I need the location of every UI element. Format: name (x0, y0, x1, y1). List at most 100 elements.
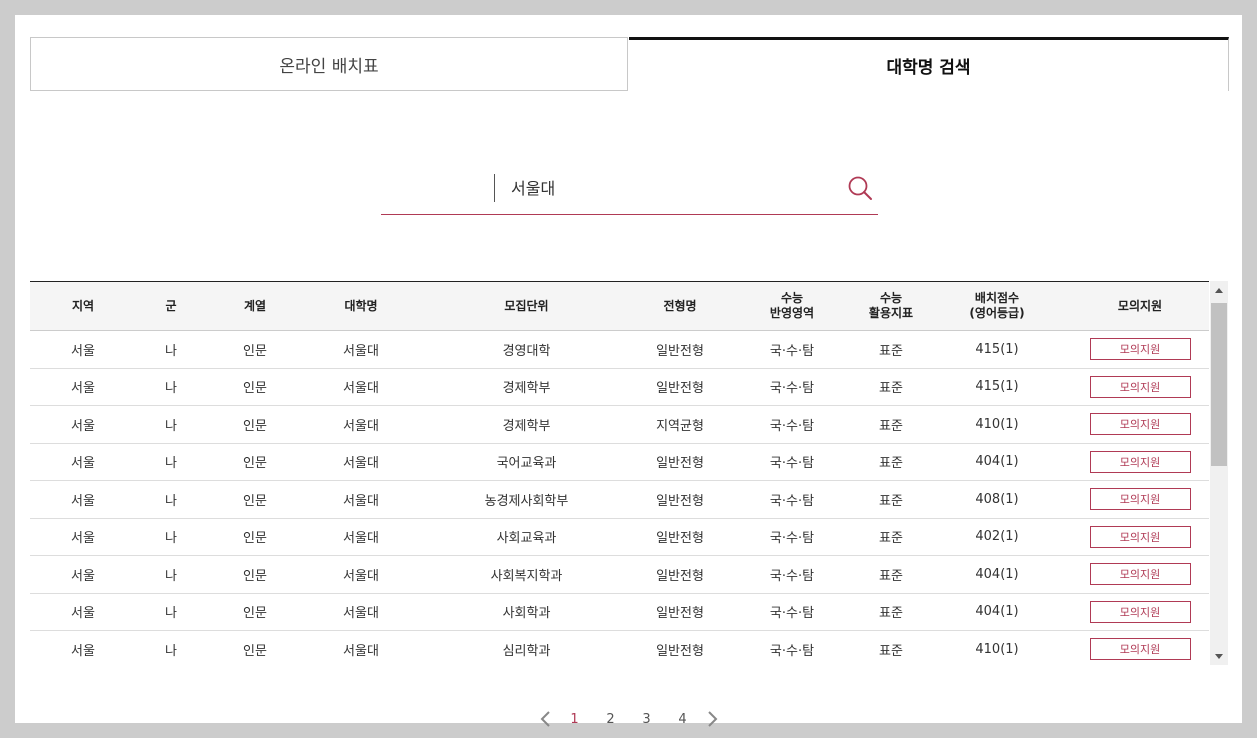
cell-unit: 사회복지학과 (418, 555, 635, 594)
cell-score: 404(1) (923, 555, 1071, 594)
mock-apply-button[interactable]: 모의지원 (1089, 375, 1191, 398)
column-header: 전형명 (635, 281, 725, 331)
cell-field: 인문 (206, 555, 304, 594)
page-number-2[interactable]: 2 (593, 712, 629, 727)
chevron-right-icon (707, 711, 717, 727)
column-header-line1: 지역 (71, 298, 95, 313)
cell-score: 404(1) (923, 593, 1071, 631)
arrow-up-icon (1215, 287, 1223, 293)
column-header-line2: 활용지표 (868, 306, 914, 320)
cell-sat-index: 표준 (859, 443, 923, 481)
scroll-thumb[interactable] (1211, 303, 1227, 466)
mock-apply-button[interactable]: 모의지원 (1089, 488, 1191, 511)
cell-sat-areas: 국·수·탐 (725, 405, 859, 444)
arrow-down-icon (1215, 653, 1223, 659)
cell-university: 서울대 (304, 630, 418, 665)
cell-region: 서울 (30, 518, 136, 556)
cell-admission-type: 일반전형 (635, 330, 725, 369)
tab-university-search[interactable]: 대학명 검색 (629, 37, 1229, 91)
cell-region: 서울 (30, 480, 136, 519)
mock-apply-button[interactable]: 모의지원 (1089, 563, 1191, 586)
cell-university: 서울대 (304, 518, 418, 556)
cell-sat-index: 표준 (859, 593, 923, 631)
cell-score: 410(1) (923, 630, 1071, 665)
cell-admission-type: 지역균형 (635, 405, 725, 444)
mock-apply-button[interactable]: 모의지원 (1089, 525, 1191, 548)
page-number-4[interactable]: 4 (665, 712, 701, 727)
cell-group: 나 (136, 405, 206, 444)
column-header: 배치점수 (영어등급) (923, 281, 1071, 331)
cell-apply: 모의지원 (1071, 480, 1209, 519)
cell-region: 서울 (30, 368, 136, 406)
cell-sat-areas: 국·수·탐 (725, 630, 859, 665)
search-button[interactable] (846, 174, 874, 202)
cell-university: 서울대 (304, 593, 418, 631)
cell-score: 410(1) (923, 405, 1071, 444)
table-row: 서울 나 인문 서울대 사회학과 일반전형 국·수·탐 표준 404(1) 모의지원 (30, 593, 1209, 631)
cell-group: 나 (136, 555, 206, 594)
cell-field: 인문 (206, 480, 304, 519)
mock-apply-button[interactable]: 모의지원 (1089, 413, 1191, 436)
cell-unit: 사회교육과 (418, 518, 635, 556)
cell-apply: 모의지원 (1071, 330, 1209, 369)
cell-region: 서울 (30, 405, 136, 444)
cell-sat-areas: 국·수·탐 (725, 368, 859, 406)
cell-sat-index: 표준 (859, 518, 923, 556)
tab-online-placement[interactable]: 온라인 배치표 (30, 37, 628, 91)
cell-sat-areas: 국·수·탐 (725, 480, 859, 519)
main-panel: 온라인 배치표 대학명 검색 지역군계열대학명모집단위전형명수능반영영역수능활용… (15, 15, 1242, 727)
cell-admission-type: 일반전형 (635, 480, 725, 519)
prev-page-button[interactable] (535, 708, 557, 730)
cell-university: 서울대 (304, 368, 418, 406)
search-input[interactable] (511, 172, 831, 202)
cell-apply: 모의지원 (1071, 518, 1209, 556)
cell-university: 서울대 (304, 443, 418, 481)
cell-field: 인문 (206, 330, 304, 369)
cell-admission-type: 일반전형 (635, 555, 725, 594)
cell-apply: 모의지원 (1071, 443, 1209, 481)
table-scrollbar[interactable] (1210, 281, 1228, 665)
mock-apply-button[interactable]: 모의지원 (1089, 338, 1191, 361)
cell-unit: 경제학부 (418, 368, 635, 406)
table-header-row: 지역 군 계열 대학명 모집단위 전형명 수능 반영영역 수능 활용지표 배치점수 (영어등급) 모의지… (30, 281, 1209, 331)
cell-sat-areas: 국·수·탐 (725, 593, 859, 631)
table-row: 서울 나 인문 서울대 심리학과 일반전형 국·수·탐 표준 410(1) 모의지원 (30, 630, 1209, 665)
tab-bar: 온라인 배치표 대학명 검색 (30, 37, 1230, 93)
cell-group: 나 (136, 630, 206, 665)
mock-apply-button[interactable]: 모의지원 (1089, 638, 1191, 661)
page-number-1[interactable]: 1 (557, 712, 593, 727)
cell-group: 나 (136, 480, 206, 519)
cell-field: 인문 (206, 405, 304, 444)
next-page-button[interactable] (701, 708, 723, 730)
cell-admission-type: 일반전형 (635, 368, 725, 406)
mock-apply-button[interactable]: 모의지원 (1089, 450, 1191, 473)
cell-sat-index: 표준 (859, 368, 923, 406)
table-row: 서울 나 인문 서울대 농경제사회학부 일반전형 국·수·탐 표준 408(1) 모의지원 (30, 480, 1209, 519)
cell-university: 서울대 (304, 330, 418, 369)
cell-score: 415(1) (923, 330, 1071, 369)
scroll-up-button[interactable] (1210, 281, 1228, 299)
cell-admission-type: 일반전형 (635, 518, 725, 556)
cell-group: 나 (136, 443, 206, 481)
cell-field: 인문 (206, 368, 304, 406)
column-header-line2: (영어등급) (969, 306, 1025, 320)
column-header-line1: 배치점수 (974, 291, 1020, 305)
scroll-down-button[interactable] (1210, 647, 1228, 665)
column-header-line1: 계열 (243, 298, 267, 313)
column-header-line1: 수능 (780, 291, 804, 305)
column-header: 대학명 (304, 281, 418, 331)
cell-sat-index: 표준 (859, 480, 923, 519)
cell-sat-index: 표준 (859, 330, 923, 369)
cell-university: 서울대 (304, 555, 418, 594)
cell-sat-index: 표준 (859, 630, 923, 665)
table-row: 서울 나 인문 서울대 경제학부 지역균형 국·수·탐 표준 410(1) 모의지원 (30, 405, 1209, 444)
cell-score: 402(1) (923, 518, 1071, 556)
page-number-3[interactable]: 3 (629, 712, 665, 727)
mock-apply-button[interactable]: 모의지원 (1089, 600, 1191, 623)
cell-score: 404(1) (923, 443, 1071, 481)
column-header-line1: 전형명 (663, 298, 697, 313)
cell-group: 나 (136, 593, 206, 631)
cell-group: 나 (136, 368, 206, 406)
table-row: 서울 나 인문 서울대 사회교육과 일반전형 국·수·탐 표준 402(1) 모의지원 (30, 518, 1209, 556)
cell-region: 서울 (30, 593, 136, 631)
